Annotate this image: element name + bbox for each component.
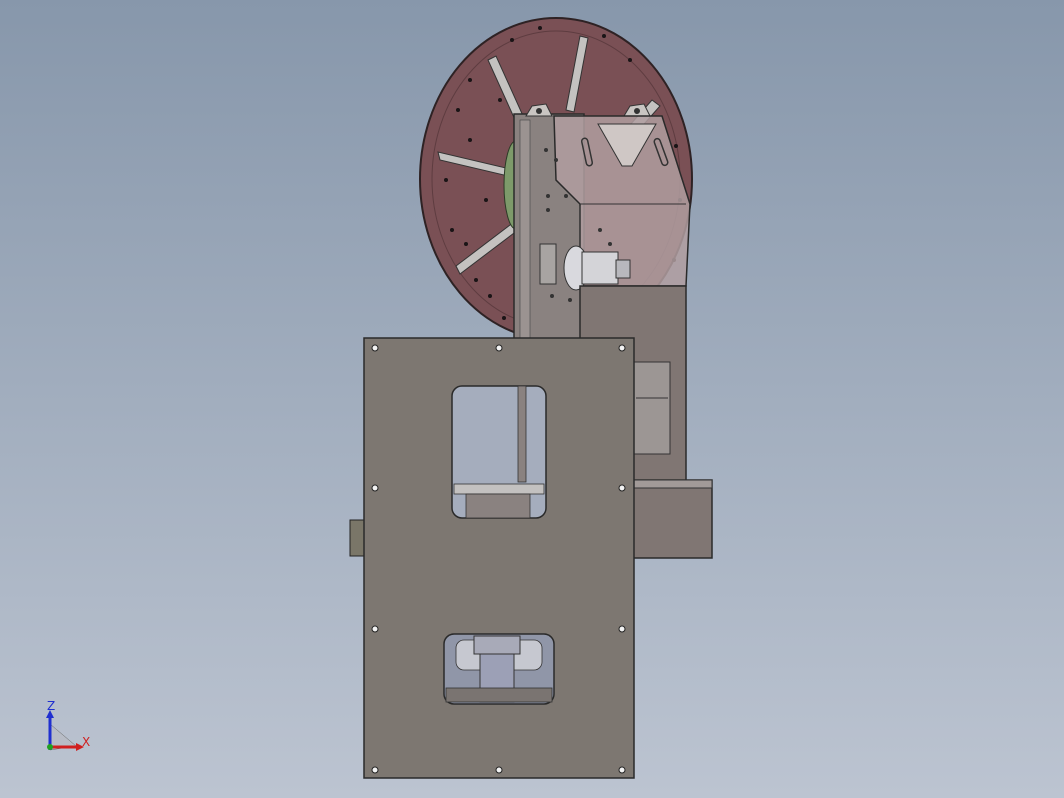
fastener	[554, 158, 558, 162]
fastener	[544, 148, 548, 152]
machine-model[interactable]	[0, 0, 1064, 798]
reel-hole	[464, 242, 468, 246]
fastener	[568, 298, 572, 302]
motor-body[interactable]	[581, 251, 619, 285]
motor-shaft	[615, 259, 631, 279]
reel-hole	[498, 98, 502, 102]
reel-hole	[502, 316, 506, 320]
reel-hole	[602, 34, 606, 38]
plate-hole	[618, 484, 626, 492]
cabinet-window[interactable]	[633, 361, 671, 455]
window-interior-block	[465, 493, 531, 519]
cad-viewport[interactable]: Z X	[0, 0, 1064, 798]
fastener	[546, 208, 550, 212]
reel-hole	[484, 198, 488, 202]
reel-hole	[468, 138, 472, 142]
z-axis-label: Z	[47, 699, 56, 713]
fastener	[598, 228, 602, 232]
x-axis-label: X	[82, 735, 91, 749]
fastener	[608, 242, 612, 246]
fastener	[564, 194, 568, 198]
tab-hole	[634, 108, 640, 114]
reel-hole	[474, 278, 478, 282]
reel-hole	[674, 144, 678, 148]
plate-hole	[371, 484, 379, 492]
lower-window-column	[473, 635, 521, 655]
plate-hole	[618, 344, 626, 352]
reel-hole	[450, 228, 454, 232]
tab-hole	[536, 108, 542, 114]
reel-hole	[488, 294, 492, 298]
window-interior-bar	[517, 385, 527, 483]
reel-hole	[456, 108, 460, 112]
reel-hole	[538, 26, 542, 30]
plate-hole	[618, 766, 626, 774]
plate-hole	[371, 766, 379, 774]
reel-hole	[444, 178, 448, 182]
plate-hole	[371, 625, 379, 633]
plate-hole	[618, 625, 626, 633]
reel-hole	[510, 38, 514, 42]
spring-block	[539, 243, 557, 285]
plate-hole	[495, 766, 503, 774]
y-axis-origin	[47, 744, 53, 750]
plate-hole	[495, 344, 503, 352]
window-interior-ledge	[453, 483, 545, 495]
plate-hole	[371, 344, 379, 352]
reel-hole	[468, 78, 472, 82]
reel-hole	[628, 58, 632, 62]
fastener	[550, 294, 554, 298]
lower-window-base	[445, 687, 553, 703]
fastener	[546, 194, 550, 198]
